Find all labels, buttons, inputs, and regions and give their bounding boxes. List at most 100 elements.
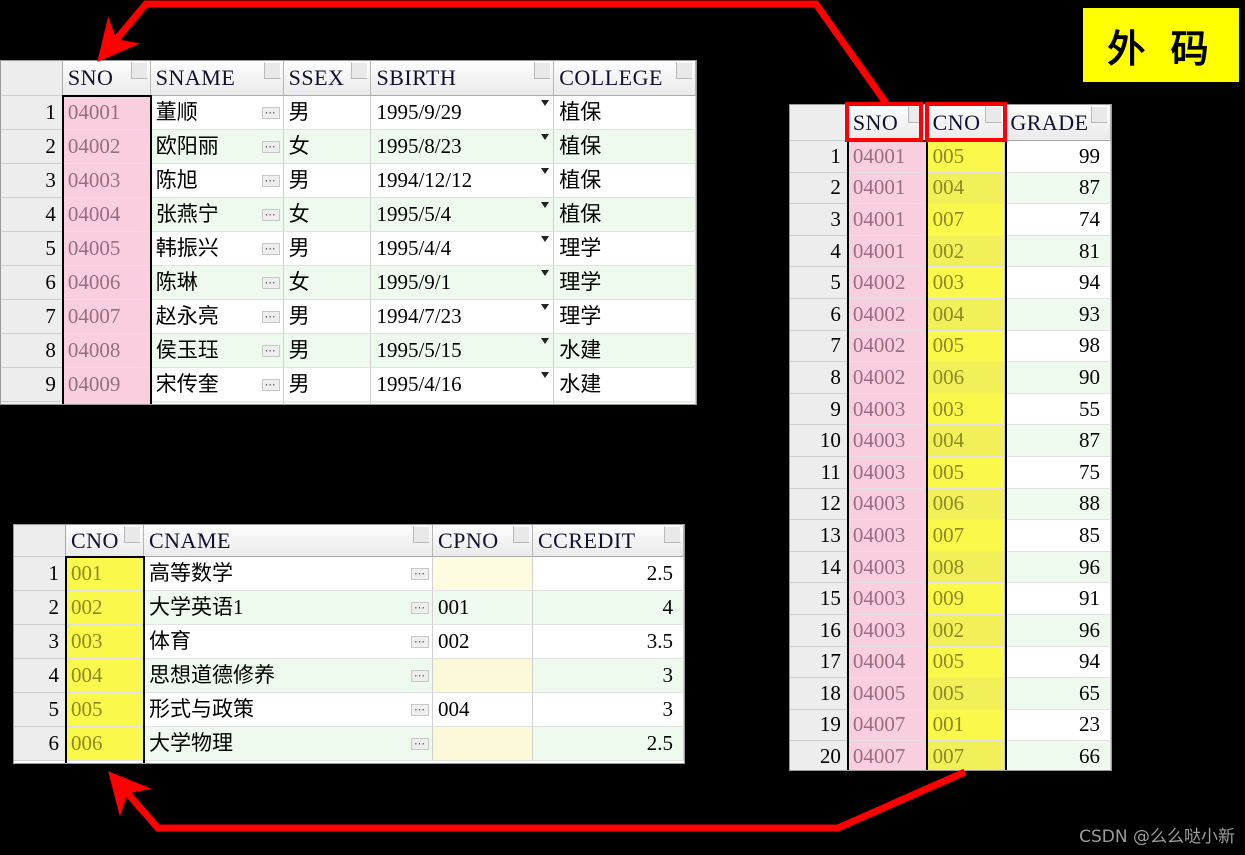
row-number-cell[interactable]: 8	[790, 362, 848, 394]
sort-filter-icon[interactable]	[664, 526, 681, 543]
cell-grade[interactable]: 87	[1005, 172, 1111, 205]
row-number-cell[interactable]: 5	[1, 232, 63, 266]
cell-cpno[interactable]: 004	[433, 693, 533, 727]
table-row[interactable]: 8 04002 006 90	[790, 362, 1111, 394]
cell-cno[interactable]: 001	[927, 709, 1006, 742]
cell-grade[interactable]: 65	[1005, 678, 1111, 710]
table-row[interactable]: 17 04004 005 94	[790, 646, 1111, 679]
expand-ellipsis-icon[interactable]: ⋯	[411, 635, 429, 648]
cell-sbirth[interactable]: 1995/5/4	[371, 198, 555, 232]
cell-sno[interactable]: 04005	[62, 232, 151, 266]
column-header-ccredit[interactable]: CCREDIT	[533, 525, 684, 557]
cell-cno[interactable]: 007	[927, 520, 1006, 552]
row-number-cell[interactable]: 8	[1, 334, 63, 368]
date-picker-icon[interactable]	[541, 372, 550, 378]
cell-cno[interactable]: 005	[927, 141, 1006, 173]
table-row[interactable]: 7 04007 赵永亮 ⋯ 男 1994/7/23 理学	[1, 300, 696, 334]
table-row[interactable]: 12 04003 006 88	[790, 488, 1111, 521]
cell-college[interactable]	[554, 402, 696, 404]
cell-cno[interactable]: 002	[927, 614, 1006, 647]
cell-cno[interactable]: 003	[927, 267, 1006, 299]
row-number-cell[interactable]: 3	[14, 625, 66, 659]
cell-cpno[interactable]: 001	[433, 591, 533, 625]
cell-cno[interactable]: 003	[66, 625, 144, 659]
row-number-cell[interactable]: 3	[790, 204, 848, 236]
sort-filter-icon[interactable]	[534, 62, 552, 79]
cell-cno[interactable]: 005	[927, 646, 1006, 679]
cell-cno[interactable]: 009	[927, 583, 1006, 615]
row-number-cell[interactable]: 15	[790, 583, 848, 615]
cell-cno[interactable]: 003	[927, 393, 1006, 426]
column-header-cname[interactable]: CNAME	[144, 525, 433, 557]
cell-ccredit[interactable]: 3.5	[533, 625, 684, 659]
date-picker-icon[interactable]	[541, 168, 550, 174]
cell-cno[interactable]: 004	[927, 425, 1006, 457]
cell-sno[interactable]: 04008	[62, 334, 151, 368]
expand-ellipsis-icon[interactable]: ⋯	[261, 310, 280, 323]
row-number-cell[interactable]	[1, 402, 63, 404]
row-number-cell[interactable]: 13	[790, 520, 848, 552]
cell-grade[interactable]: 96	[1005, 551, 1111, 584]
cell-sno[interactable]: 04003	[847, 583, 928, 615]
cell-grade[interactable]: 88	[1005, 488, 1111, 521]
cell-college[interactable]: 植保	[554, 96, 696, 130]
row-number-cell[interactable]: 12	[790, 488, 848, 521]
cell-sno[interactable]: 04003	[847, 520, 928, 552]
cell-sno[interactable]: 04003	[847, 614, 928, 647]
cell-sbirth[interactable]: 1995/9/1	[371, 266, 555, 300]
cell-cno[interactable]: 005	[927, 330, 1006, 363]
cell-sname[interactable]: 陈琳 ⋯	[150, 266, 284, 300]
sort-filter-icon[interactable]	[130, 62, 148, 79]
column-header-grade[interactable]: GRADE	[1005, 105, 1111, 141]
row-number-cell[interactable]: 7	[1, 300, 63, 334]
table-row[interactable]: 3 04003 陈旭 ⋯ 男 1994/12/12 植保	[1, 164, 696, 198]
sort-filter-icon[interactable]	[1090, 106, 1108, 123]
cell-cname[interactable]: 大学物理 ⋯	[144, 727, 433, 761]
table-row[interactable]: 4 004 思想道德修养 ⋯ 3	[14, 659, 684, 693]
expand-ellipsis-icon[interactable]: ⋯	[411, 601, 429, 614]
expand-ellipsis-icon[interactable]: ⋯	[411, 567, 429, 580]
cell-cno[interactable]: 008	[927, 551, 1006, 584]
cell-cno[interactable]: 004	[927, 172, 1006, 205]
row-number-cell[interactable]: 16	[790, 614, 848, 647]
cell-ccredit[interactable]: 3	[533, 659, 684, 693]
expand-ellipsis-icon[interactable]: ⋯	[411, 669, 429, 682]
table-row[interactable]: 11 04003 005 75	[790, 456, 1111, 489]
table-row[interactable]: 14 04003 008 96	[790, 551, 1111, 584]
cell-ccredit[interactable]: 3	[533, 693, 684, 727]
cell-cname[interactable]: 体育 ⋯	[144, 625, 433, 659]
cell-college[interactable]: 水建	[554, 334, 696, 368]
cell-sbirth[interactable]: 1995/9/29	[371, 96, 555, 130]
expand-ellipsis-icon[interactable]: ⋯	[261, 140, 280, 153]
date-picker-icon[interactable]	[541, 134, 550, 140]
row-number-cell[interactable]: 4	[14, 659, 66, 693]
cell-sname[interactable]: 侯玉珏 ⋯	[150, 334, 284, 368]
table-row[interactable]: 1 04001 董顺 ⋯ 男 1995/9/29 植保	[1, 96, 696, 130]
cell-sname[interactable]: 宋传奎 ⋯	[150, 368, 284, 402]
cell-sname[interactable]: 陈旭 ⋯	[150, 164, 284, 198]
cell-sbirth[interactable]	[371, 402, 555, 404]
table-row[interactable]: 1 001 高等数学 ⋯ 2.5	[14, 557, 684, 591]
sort-filter-icon[interactable]	[413, 526, 430, 543]
cell-ccredit[interactable]: 2.5	[533, 557, 684, 591]
row-number-cell[interactable]: 2	[14, 591, 66, 625]
cell-sno[interactable]: 04002	[847, 330, 928, 363]
table-row[interactable]: 7 04002 005 98	[790, 330, 1111, 363]
cell-cname[interactable]: 高等数学 ⋯	[144, 557, 433, 591]
cell-ssex[interactable]: 男	[283, 300, 372, 334]
row-number-cell[interactable]: 2	[1, 130, 63, 164]
row-number-cell[interactable]: 6	[790, 298, 848, 331]
row-number-cell[interactable]: 18	[790, 678, 848, 710]
table-row[interactable]: 6 006 大学物理 ⋯ 2.5	[14, 727, 684, 761]
cell-grade[interactable]: 23	[1005, 709, 1111, 742]
sort-filter-icon[interactable]	[676, 62, 693, 79]
cell-cno[interactable]: 007	[927, 741, 1006, 770]
sort-filter-icon[interactable]	[985, 106, 1003, 123]
column-header-cno[interactable]: CNO	[66, 525, 144, 557]
cell-sno[interactable]: 04002	[847, 298, 928, 331]
date-picker-icon[interactable]	[541, 338, 550, 344]
cell-college[interactable]: 理学	[554, 300, 696, 334]
cell-ssex[interactable]: 男	[283, 232, 372, 266]
expand-ellipsis-icon[interactable]: ⋯	[261, 106, 280, 119]
cell-cno[interactable]: 002	[66, 591, 144, 625]
